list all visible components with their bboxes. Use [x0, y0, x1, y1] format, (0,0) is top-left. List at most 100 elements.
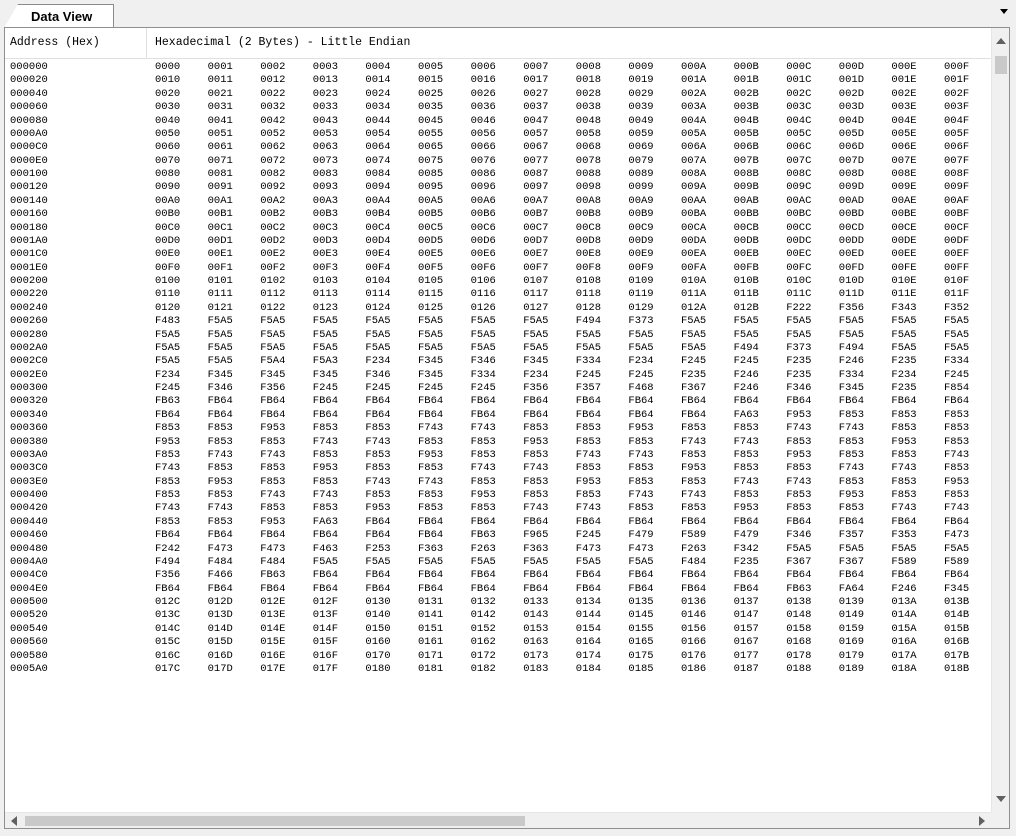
hex-cell[interactable]: FB64: [260, 529, 285, 542]
table-row[interactable]: 000260 F483 F5A5 F5A5 F5A5 F5A5 F5A5 F5A5 F5A5 F4…: [5, 315, 991, 328]
hex-cell[interactable]: 013E: [260, 609, 285, 622]
hex-cell[interactable]: F743: [365, 436, 390, 449]
hex-cell[interactable]: 010D: [839, 275, 864, 288]
hex-cell[interactable]: 0022: [260, 88, 285, 101]
hex-cell[interactable]: 002B: [734, 88, 759, 101]
hex-cell[interactable]: F483: [155, 315, 180, 328]
hex-cell[interactable]: 0049: [628, 115, 653, 128]
hex-cell[interactable]: 0109: [628, 275, 653, 288]
hex-cell[interactable]: 00B7: [523, 208, 548, 221]
hex-cell[interactable]: F479: [734, 529, 759, 542]
hex-cell[interactable]: F953: [471, 489, 496, 502]
hex-cell[interactable]: 0081: [208, 168, 233, 181]
hex-cell[interactable]: 0058: [576, 128, 601, 141]
vertical-scrollbar[interactable]: [991, 28, 1009, 812]
hex-cell[interactable]: F346: [786, 382, 811, 395]
hex-cell[interactable]: 0069: [628, 141, 653, 154]
hex-cell[interactable]: 008E: [891, 168, 916, 181]
hex-cell[interactable]: 0174: [576, 650, 601, 663]
hex-cell[interactable]: F473: [208, 543, 233, 556]
hex-cell[interactable]: F853: [891, 422, 916, 435]
hex-cell[interactable]: 00BC: [786, 208, 811, 221]
hex-cell[interactable]: 002A: [681, 88, 706, 101]
horizontal-scrollbar[interactable]: [5, 812, 991, 828]
hex-cell[interactable]: F853: [786, 489, 811, 502]
hex-cell[interactable]: FB64: [734, 569, 759, 582]
hex-cell[interactable]: F479: [628, 529, 653, 542]
scroll-down-arrow-icon[interactable]: [996, 796, 1006, 802]
hex-cell[interactable]: 011A: [681, 288, 706, 301]
hex-cell[interactable]: FB64: [628, 516, 653, 529]
hex-cell[interactable]: F5A5: [313, 329, 338, 342]
hex-cell[interactable]: 0178: [786, 650, 811, 663]
hex-cell[interactable]: F5A5: [418, 556, 443, 569]
hex-cell[interactable]: 008A: [681, 168, 706, 181]
hex-cell[interactable]: F5A5: [681, 329, 706, 342]
hex-cell[interactable]: F468: [628, 382, 653, 395]
hex-cell[interactable]: 00EE: [891, 248, 916, 261]
hex-cell[interactable]: 005D: [839, 128, 864, 141]
hex-cell[interactable]: 014C: [155, 623, 180, 636]
table-row[interactable]: 000120 0090 0091 0092 0093 0094 0095 0096 0097 00…: [5, 181, 991, 194]
hex-cell[interactable]: F263: [471, 543, 496, 556]
hex-cell[interactable]: 0077: [523, 155, 548, 168]
hex-cell[interactable]: 00AF: [944, 195, 969, 208]
hex-cell[interactable]: F246: [839, 355, 864, 368]
hex-cell[interactable]: F235: [891, 382, 916, 395]
hex-cell[interactable]: 0046: [471, 115, 496, 128]
hex-cell[interactable]: F5A5: [523, 342, 548, 355]
hex-cell[interactable]: 005C: [786, 128, 811, 141]
hex-cell[interactable]: F743: [471, 462, 496, 475]
hex-cell[interactable]: 017B: [944, 650, 969, 663]
table-row[interactable]: 000040 0020 0021 0022 0023 0024 0025 0026 0027 00…: [5, 88, 991, 101]
hex-cell[interactable]: 015E: [260, 636, 285, 649]
hex-cell[interactable]: F334: [576, 355, 601, 368]
hex-cell[interactable]: FB64: [260, 395, 285, 408]
hex-cell[interactable]: 00DD: [839, 235, 864, 248]
hex-cell[interactable]: 0093: [313, 181, 338, 194]
hex-cell[interactable]: F953: [628, 422, 653, 435]
hex-cell[interactable]: F346: [471, 355, 496, 368]
hex-cell[interactable]: 018A: [891, 663, 916, 676]
hex-cell[interactable]: F5A5: [471, 329, 496, 342]
hex-cell[interactable]: F5A5: [786, 329, 811, 342]
hex-cell[interactable]: 0114: [365, 288, 390, 301]
hex-cell[interactable]: 0123: [313, 302, 338, 315]
hex-cell[interactable]: 002E: [891, 88, 916, 101]
hex-cell[interactable]: F743: [471, 422, 496, 435]
hex-cell[interactable]: FB64: [523, 516, 548, 529]
hex-cell[interactable]: F494: [155, 556, 180, 569]
hex-cell[interactable]: 0115: [418, 288, 443, 301]
tab-menu-chevron-down-icon[interactable]: [1000, 9, 1008, 14]
hex-cell[interactable]: 0116: [471, 288, 496, 301]
hex-cell[interactable]: 0067: [523, 141, 548, 154]
hex-cell[interactable]: F853: [471, 436, 496, 449]
hex-cell[interactable]: FB64: [891, 516, 916, 529]
hex-cell[interactable]: 0007: [523, 61, 548, 74]
hex-cell[interactable]: 0147: [734, 609, 759, 622]
hex-cell[interactable]: F853: [576, 436, 601, 449]
hex-cell[interactable]: FB64: [681, 409, 706, 422]
hex-cell[interactable]: F953: [681, 462, 706, 475]
hex-cell[interactable]: 002C: [786, 88, 811, 101]
hex-cell[interactable]: 0004: [365, 61, 390, 74]
hex-cell[interactable]: F5A5: [418, 329, 443, 342]
hex-cell[interactable]: 0128: [576, 302, 601, 315]
hex-cell[interactable]: 0006: [471, 61, 496, 74]
hex-cell[interactable]: 0048: [576, 115, 601, 128]
table-row[interactable]: 000560 015C 015D 015E 015F 0160 0161 0162 0163 01…: [5, 636, 991, 649]
hex-cell[interactable]: F853: [891, 476, 916, 489]
hex-cell[interactable]: F743: [260, 449, 285, 462]
table-row[interactable]: 000280 F5A5 F5A5 F5A5 F5A5 F5A5 F5A5 F5A5 F5A5 F5…: [5, 329, 991, 342]
hex-cell[interactable]: 0182: [471, 663, 496, 676]
hex-cell[interactable]: 010B: [734, 275, 759, 288]
table-row[interactable]: 000340 FB64 FB64 FB64 FB64 FB64 FB64 FB64 FB64 FB…: [5, 409, 991, 422]
hex-cell[interactable]: F345: [839, 382, 864, 395]
hex-cell[interactable]: F235: [681, 369, 706, 382]
hex-cell[interactable]: 0106: [471, 275, 496, 288]
hex-cell[interactable]: F245: [576, 529, 601, 542]
hex-cell[interactable]: F743: [208, 502, 233, 515]
hex-cell[interactable]: FB64: [734, 395, 759, 408]
hex-cell[interactable]: 0084: [365, 168, 390, 181]
hex-cell[interactable]: 00E7: [523, 248, 548, 261]
